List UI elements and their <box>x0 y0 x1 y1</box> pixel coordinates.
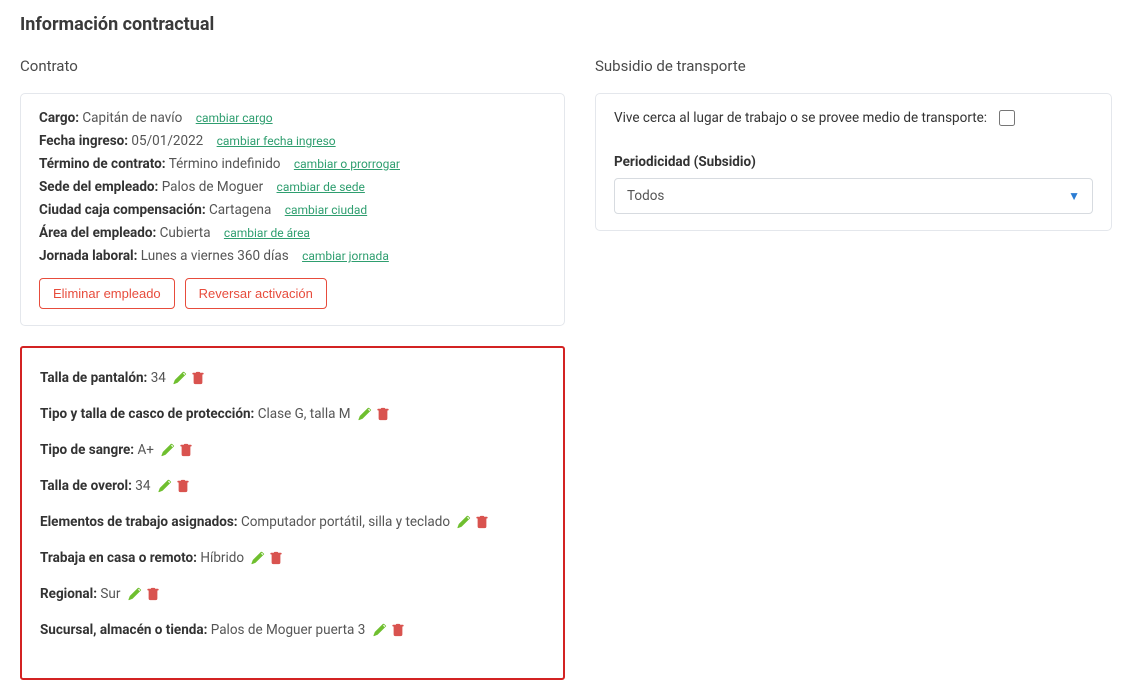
pencil-icon[interactable] <box>251 551 265 565</box>
custom-field-row: Regional: Sur <box>40 586 545 602</box>
fecha-label: Fecha ingreso: <box>39 133 128 149</box>
area-label: Área del empleado: <box>39 225 156 241</box>
pencil-icon[interactable] <box>161 443 175 457</box>
custom-field-label: Talla de pantalón: <box>40 370 147 386</box>
area-value: Cubierta <box>160 225 211 241</box>
ciudad-change-link[interactable]: cambiar ciudad <box>285 203 367 217</box>
ciudad-label: Ciudad caja compensación: <box>39 202 206 218</box>
custom-field-row: Tipo y talla de casco de protección: Cla… <box>40 406 545 422</box>
page-title: Información contractual <box>20 14 1112 35</box>
subsidy-section-title: Subsidio de transporte <box>595 57 1112 75</box>
sede-value: Palos de Moguer <box>162 179 263 195</box>
cargo-label: Cargo: <box>39 110 79 126</box>
sede-label: Sede del empleado: <box>39 179 158 195</box>
periodicity-label: Periodicidad (Subsidio) <box>614 154 1093 170</box>
trash-icon[interactable] <box>391 623 405 637</box>
chevron-down-icon: ▼ <box>1068 189 1080 203</box>
cargo-value: Capitán de navío <box>82 110 182 126</box>
custom-field-value: Clase G, talla M <box>258 406 351 422</box>
custom-field-row: Trabaja en casa o remoto: Híbrido <box>40 550 545 566</box>
custom-field-value: 34 <box>135 478 150 494</box>
custom-field-value: Palos de Moguer puerta 3 <box>211 622 366 638</box>
trash-icon[interactable] <box>179 443 193 457</box>
jornada-change-link[interactable]: cambiar jornada <box>302 249 389 263</box>
custom-field-label: Trabaja en casa o remoto: <box>40 550 197 566</box>
custom-field-label: Tipo y talla de casco de protección: <box>40 406 254 422</box>
pencil-icon[interactable] <box>158 479 172 493</box>
trash-icon[interactable] <box>191 371 205 385</box>
custom-field-value: A+ <box>137 442 153 458</box>
trash-icon[interactable] <box>176 479 190 493</box>
pencil-icon[interactable] <box>358 407 372 421</box>
area-change-link[interactable]: cambiar de área <box>224 226 310 240</box>
contract-section-title: Contrato <box>20 57 565 75</box>
trash-icon[interactable] <box>376 407 390 421</box>
pencil-icon[interactable] <box>373 623 387 637</box>
custom-field-row: Talla de pantalón: 34 <box>40 370 545 386</box>
custom-field-row: Elementos de trabajo asignados: Computad… <box>40 514 545 530</box>
custom-field-value: Sur <box>100 586 120 602</box>
termino-label: Término de contrato: <box>39 156 166 172</box>
fecha-value: 05/01/2022 <box>131 133 203 149</box>
contract-card: Cargo: Capitán de navío cambiar cargo Fe… <box>20 93 565 326</box>
termino-value: Término indefinido <box>169 156 281 172</box>
jornada-value: Lunes a viernes 360 días <box>141 248 289 264</box>
jornada-label: Jornada laboral: <box>39 248 137 264</box>
ciudad-value: Cartagena <box>209 202 271 218</box>
periodicity-select[interactable]: Todos ▼ <box>614 178 1093 214</box>
fecha-change-link[interactable]: cambiar fecha ingreso <box>217 134 336 148</box>
custom-field-label: Elementos de trabajo asignados: <box>40 514 238 530</box>
revert-activation-button[interactable]: Reversar activación <box>185 278 327 309</box>
custom-field-label: Talla de overol: <box>40 478 132 494</box>
pencil-icon[interactable] <box>457 515 471 529</box>
custom-field-label: Sucursal, almacén o tienda: <box>40 622 207 638</box>
trash-icon[interactable] <box>269 551 283 565</box>
pencil-icon[interactable] <box>128 587 142 601</box>
delete-employee-button[interactable]: Eliminar empleado <box>39 278 175 309</box>
periodicity-value: Todos <box>627 188 664 204</box>
pencil-icon[interactable] <box>173 371 187 385</box>
near-work-checkbox[interactable] <box>999 110 1015 126</box>
custom-field-label: Regional: <box>40 586 97 602</box>
subsidy-card: Vive cerca al lugar de trabajo o se prov… <box>595 93 1112 231</box>
trash-icon[interactable] <box>475 515 489 529</box>
custom-field-value: Computador portátil, silla y teclado <box>241 514 450 530</box>
custom-field-row: Tipo de sangre: A+ <box>40 442 545 458</box>
custom-field-value: Híbrido <box>200 550 244 566</box>
cargo-change-link[interactable]: cambiar cargo <box>196 111 273 125</box>
custom-field-label: Tipo de sangre: <box>40 442 134 458</box>
trash-icon[interactable] <box>146 587 160 601</box>
near-work-label: Vive cerca al lugar de trabajo o se prov… <box>614 110 987 126</box>
termino-change-link[interactable]: cambiar o prorrogar <box>294 157 400 171</box>
custom-fields-card: Talla de pantalón: 34 Tipo y talla de ca… <box>20 346 565 680</box>
sede-change-link[interactable]: cambiar de sede <box>277 180 365 194</box>
custom-field-row: Sucursal, almacén o tienda: Palos de Mog… <box>40 622 545 638</box>
custom-field-row: Talla de overol: 34 <box>40 478 545 494</box>
custom-field-value: 34 <box>151 370 166 386</box>
